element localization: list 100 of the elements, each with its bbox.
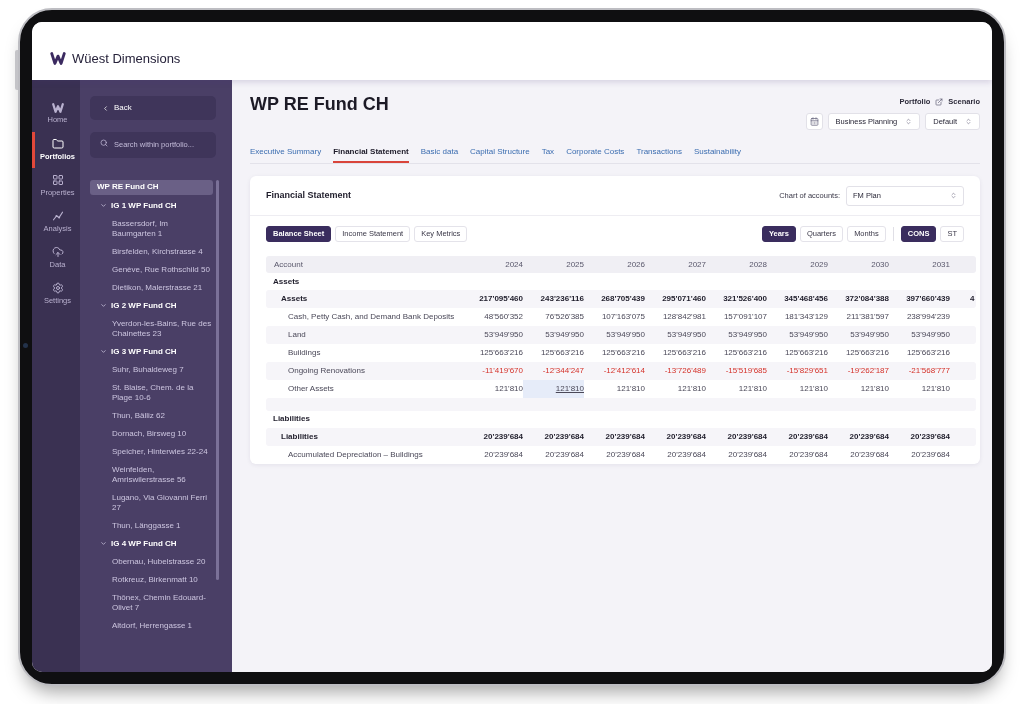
- table-cell[interactable]: 372'084'388: [828, 290, 889, 309]
- tree-item[interactable]: Rotkreuz, Birkenmatt 10: [90, 570, 213, 589]
- tree-item[interactable]: Yverdon-les-Bains, Rue des Chainettes 23: [90, 314, 213, 343]
- table-cell[interactable]: 20'239'684: [767, 428, 828, 446]
- table-cell[interactable]: 121'810: [889, 380, 950, 399]
- table-cell[interactable]: 121'810: [645, 380, 706, 399]
- table-cell[interactable]: 76'526'385: [523, 308, 584, 327]
- tree-item[interactable]: Dietikon, Malerstrasse 21: [90, 278, 213, 297]
- table-cell[interactable]: 20'239'684: [523, 446, 584, 464]
- tree-item[interactable]: Bassersdorf, Im Baumgarten 1: [90, 214, 213, 243]
- table-cell[interactable]: 295'071'460: [645, 290, 706, 309]
- tree-item[interactable]: Thun, Bälliz 62: [90, 406, 213, 425]
- table-cell[interactable]: 20'239'684: [584, 428, 645, 446]
- table-cell[interactable]: 125'663'216: [767, 344, 828, 363]
- table-cell[interactable]: -21'568'777: [889, 362, 950, 381]
- tree-item[interactable]: St. Blaise, Chem. de la Plage 10-6: [90, 378, 213, 407]
- table-cell[interactable]: 128'842'981: [645, 308, 706, 327]
- table-cell[interactable]: -11'419'670: [462, 362, 523, 381]
- table-cell[interactable]: -19'262'187: [828, 362, 889, 381]
- table-cell[interactable]: 321'526'400: [706, 290, 767, 309]
- table-cell[interactable]: 345'468'456: [767, 290, 828, 309]
- back-button[interactable]: Back: [90, 96, 216, 120]
- table-cell[interactable]: 20'239'684: [462, 446, 523, 464]
- calendar-button[interactable]: [805, 113, 823, 130]
- tree-item[interactable]: Dornach, Birsweg 10: [90, 424, 213, 443]
- tab[interactable]: Financial Statement: [333, 142, 409, 163]
- table-cell[interactable]: 397'660'439: [889, 290, 950, 309]
- table-cell[interactable]: -13'726'489: [645, 362, 706, 381]
- table-cell[interactable]: 211'381'597: [828, 308, 889, 327]
- table-cell[interactable]: 125'663'216: [523, 344, 584, 363]
- tree-item[interactable]: Speicher, Hinterwies 22-24: [90, 442, 213, 461]
- tree-item[interactable]: Thun, Länggasse 1: [90, 516, 213, 535]
- table-cell[interactable]: 53'949'950: [645, 326, 706, 345]
- table-cell[interactable]: 20'239'684: [523, 428, 584, 446]
- tree-item[interactable]: WP RE Fund CH: [90, 179, 213, 195]
- table-cell[interactable]: 20'239'684: [828, 428, 889, 446]
- table-cell[interactable]: 125'663'216: [828, 344, 889, 363]
- table-cell[interactable]: 48'560'352: [462, 308, 523, 327]
- table-cell[interactable]: 125'663'216: [584, 344, 645, 363]
- tree-item[interactable]: Lugano, Via Giovanni Ferri 27: [90, 488, 213, 517]
- table-cell[interactable]: -15'829'651: [767, 362, 828, 381]
- table-cell[interactable]: 20'239'684: [767, 446, 828, 464]
- tab[interactable]: Capital Structure: [470, 142, 530, 163]
- tree-item[interactable]: Thônex, Chemin Edouard-Olivet 7: [90, 588, 213, 617]
- tab[interactable]: Transactions: [636, 142, 682, 163]
- table-cell[interactable]: 20'239'684: [889, 428, 950, 446]
- table-cell[interactable]: -12'344'247: [523, 362, 584, 381]
- table-cell[interactable]: 268'705'439: [584, 290, 645, 309]
- table-cell[interactable]: -15'519'685: [706, 362, 767, 381]
- tree-group[interactable]: IG 4 WP Fund CH: [90, 534, 213, 553]
- table-cell[interactable]: 157'091'107: [706, 308, 767, 327]
- table-cell[interactable]: 121'810: [828, 380, 889, 399]
- tree-item[interactable]: Birsfelden, Kirchstrasse 4: [90, 242, 213, 261]
- table-cell[interactable]: 125'663'216: [645, 344, 706, 363]
- table-cell[interactable]: 121'810: [584, 380, 645, 399]
- table-cell[interactable]: 53'949'950: [523, 326, 584, 345]
- scrollbar[interactable]: [216, 179, 219, 580]
- tree-group[interactable]: IG 1 WP Fund CH: [90, 196, 213, 215]
- table-cell[interactable]: -12'412'614: [584, 362, 645, 381]
- table-cell[interactable]: 121'810: [523, 380, 584, 399]
- tree-item[interactable]: Suhr, Buhaldeweg 7: [90, 360, 213, 379]
- tree-group[interactable]: IG 2 WP Fund CH: [90, 296, 213, 315]
- table-cell[interactable]: 125'663'216: [889, 344, 950, 363]
- table-cell[interactable]: 20'239'684: [889, 446, 950, 464]
- table-cell[interactable]: 20'239'684: [584, 446, 645, 464]
- table-cell[interactable]: 181'343'129: [767, 308, 828, 327]
- table-cell[interactable]: 121'810: [462, 380, 523, 399]
- table-cell[interactable]: 4: [950, 290, 976, 309]
- table-cell[interactable]: 125'663'216: [462, 344, 523, 363]
- table-cell[interactable]: 107'163'075: [584, 308, 645, 327]
- table-cell[interactable]: 53'949'950: [889, 326, 950, 345]
- tab[interactable]: Tax: [541, 142, 555, 163]
- table-cell[interactable]: 53'949'950: [767, 326, 828, 345]
- table-cell[interactable]: 20'239'684: [462, 428, 523, 446]
- table-cell[interactable]: 53'949'950: [584, 326, 645, 345]
- table-cell[interactable]: 121'810: [767, 380, 828, 399]
- tree-item[interactable]: Obernau, Hubelstrasse 20: [90, 552, 213, 571]
- tab[interactable]: Executive Summary: [250, 142, 322, 163]
- table-cell[interactable]: 53'949'950: [706, 326, 767, 345]
- table-cell[interactable]: 53'949'950: [462, 326, 523, 345]
- tab[interactable]: Corporate Costs: [566, 142, 625, 163]
- tab[interactable]: Basic data: [420, 142, 459, 163]
- table-cell[interactable]: 20'239'684: [645, 446, 706, 464]
- table-cell[interactable]: 217'095'460: [462, 290, 523, 309]
- account-label: Other Assets: [287, 383, 335, 396]
- table-cell[interactable]: 238'994'239: [889, 308, 950, 327]
- table-cell[interactable]: 121'810: [706, 380, 767, 399]
- table-cell[interactable]: 125'663'216: [706, 344, 767, 363]
- table-cell[interactable]: 20'239'684: [706, 428, 767, 446]
- table-cell[interactable]: 53'949'950: [828, 326, 889, 345]
- tree-item[interactable]: Genève, Rue Rothschild 50: [90, 260, 213, 279]
- external-link-icon[interactable]: [935, 98, 944, 106]
- tab[interactable]: Sustainability: [693, 142, 741, 163]
- table-cell[interactable]: 243'236'116: [523, 290, 584, 309]
- tree-item[interactable]: Altdorf, Herrengasse 1: [90, 616, 213, 635]
- tree-item[interactable]: Weinfelden, Amriswilerstrasse 56: [90, 460, 213, 489]
- table-cell[interactable]: 20'239'684: [828, 446, 889, 464]
- table-cell[interactable]: 20'239'684: [706, 446, 767, 464]
- table-cell[interactable]: 20'239'684: [645, 428, 706, 446]
- tree-group[interactable]: IG 3 WP Fund CH: [90, 342, 213, 361]
